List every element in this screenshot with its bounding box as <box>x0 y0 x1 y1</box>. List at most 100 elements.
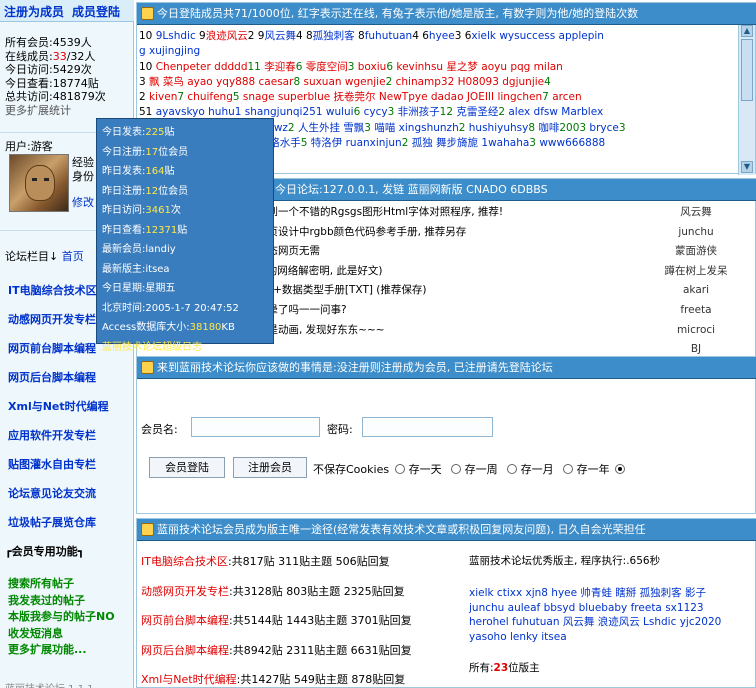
home-link[interactable]: 首页 <box>62 250 84 263</box>
member-name-link[interactable]: 风云舞 <box>264 30 296 42</box>
member-name-link[interactable]: hushiyuhsy <box>469 122 529 134</box>
register-link[interactable]: 注册为成员 <box>4 3 64 20</box>
moderators-list[interactable]: xielk ctixx xjn8 hyee 帅青蛙 瞎掰 孤独刺客 影子 jun… <box>469 586 739 644</box>
sidebar-forum-item[interactable]: 动感网页开发专栏 <box>8 311 109 340</box>
news-item[interactable]: C++数据类型手册[TXT] (推荐保存) <box>257 281 657 301</box>
modify-link[interactable]: 修改 <box>72 194 94 210</box>
news-item[interactable]: 你晕了吗一一问事? <box>257 301 657 321</box>
forum-name-link[interactable]: 网页前台脚本编程 <box>141 614 229 627</box>
member-name-link[interactable]: 1wahaha <box>481 137 529 149</box>
member-name-link[interactable]: bryce <box>589 122 618 134</box>
scroll-thumb[interactable] <box>741 39 753 101</box>
member-name-link[interactable]: NewTpye dadao JOEIII lingchen <box>379 91 542 103</box>
member-name-link[interactable]: ruanxinjun <box>346 137 402 149</box>
member-name-link[interactable]: 9Lshdic <box>156 30 196 42</box>
member-name-link[interactable]: fuhutuan <box>365 30 413 42</box>
news-item[interactable]: IE的网络解密明, 此是好文) <box>257 262 657 282</box>
member-name-link[interactable]: alex dfsw Marblex <box>508 106 603 118</box>
sidebar-forum-item[interactable]: 论坛意见论友交流 <box>8 485 109 514</box>
member-name-link[interactable]: ayao yqy888 caesar <box>187 76 293 88</box>
news-item[interactable]: 这是动画, 发现好东东~~~ <box>257 321 657 341</box>
sidebar-forum-item[interactable]: 贴图灌水自由专栏 <box>8 456 109 485</box>
sidebar-forum-item[interactable]: 应用软件开发专栏 <box>8 427 109 456</box>
cookie-radio-selected[interactable] <box>615 464 626 474</box>
member-name-link[interactable]: 人生外挂 <box>298 122 343 134</box>
popup-value[interactable]: landiy <box>145 244 175 255</box>
member-name-link[interactable]: 孤独 <box>412 137 436 149</box>
news-author[interactable]: akari <box>651 281 741 301</box>
news-author[interactable]: freeta <box>651 301 741 321</box>
news-author[interactable]: junchu <box>651 223 741 243</box>
member-name-link[interactable]: 零度空间 <box>306 61 348 73</box>
participated-posts-link[interactable]: 本版我参与的帖子NO <box>8 609 115 626</box>
member-name-link[interactable]: H08093 <box>458 76 503 88</box>
popup-value[interactable]: itsea <box>145 264 169 275</box>
news-author[interactable]: 风云舞 <box>651 203 741 223</box>
member-name-link[interactable]: 孤独刺客 <box>313 30 355 42</box>
login-button[interactable]: 会员登陆 <box>149 457 225 478</box>
member-name-link[interactable]: 星之梦 <box>446 61 481 73</box>
member-name-link[interactable]: 非洲孩子 <box>398 106 440 118</box>
my-posts-link[interactable]: 我发表过的帖子 <box>8 593 115 610</box>
sidebar-forum-item[interactable]: 网页前台脚本编程 <box>8 340 109 369</box>
member-name-link[interactable]: suxuan wgenjie <box>303 76 385 88</box>
cookie-radio-week[interactable] <box>450 464 461 474</box>
member-name-link[interactable]: xielk wysuccess applepin <box>471 30 604 42</box>
forum-log-link[interactable]: 蓝丽技术论坛超级日志 <box>102 338 273 358</box>
member-name-link[interactable]: arcen <box>552 91 581 103</box>
member-name-link[interactable]: 抚卷莞尔 <box>334 91 379 103</box>
news-item[interactable]: 动态网页无需 <box>257 242 657 262</box>
username-input[interactable] <box>191 417 320 437</box>
password-input[interactable] <box>362 417 493 437</box>
news-item[interactable]: 网页设计中rgbb颜色代码参考手册, 推荐另存 <box>257 223 657 243</box>
member-name-link[interactable]: dgjunjie <box>502 76 544 88</box>
member-name-link[interactable]: 浪迹风云 <box>206 30 248 42</box>
sidebar-forum-item[interactable]: 网页后台脚本编程 <box>8 369 109 398</box>
more-functions-link[interactable]: 更多扩展功能... <box>8 642 115 659</box>
sidebar-forum-item[interactable]: IT电脑综合技术区 <box>8 282 109 311</box>
scroll-down-icon[interactable]: ▼ <box>741 161 753 173</box>
sidebar-forum-item[interactable]: Xml与Net时代编程 <box>8 398 109 427</box>
member-name-link[interactable]: 克雷圣经 <box>456 106 498 118</box>
cookie-radio-month[interactable] <box>506 464 517 474</box>
member-name-link[interactable]: chinamp32 <box>396 76 458 88</box>
messages-link[interactable]: 收发短消息 <box>8 626 115 643</box>
member-name-link[interactable]: www666888 <box>539 137 605 149</box>
cookie-radio-day[interactable] <box>394 464 405 474</box>
forum-name-link[interactable]: IT电脑综合技术区 <box>141 555 228 568</box>
member-name-link[interactable]: snage superblue <box>243 91 334 103</box>
member-name-link[interactable]: aoyu pqg milan <box>481 61 563 73</box>
member-name-link[interactable]: cycy <box>364 106 388 118</box>
member-name-link[interactable]: 喵喵 <box>374 122 398 134</box>
member-name-link[interactable]: kiven <box>149 91 177 103</box>
news-author[interactable]: 蒙面游侠 <box>651 242 741 262</box>
member-login-link[interactable]: 成员登陆 <box>72 3 120 20</box>
member-name-link[interactable]: 飘 菜鸟 <box>149 76 187 88</box>
scrollbar[interactable]: ▲ ▼ <box>738 25 755 175</box>
forum-name-link[interactable]: Xml与Net时代编程 <box>141 673 237 686</box>
forum-name-link[interactable]: 动感网页开发专栏 <box>141 585 229 598</box>
member-name-link[interactable]: 李迎春 <box>264 61 296 73</box>
member-name-link[interactable]: Chenpeter ddddd <box>156 61 248 73</box>
member-name-link[interactable]: 雪飘 <box>343 122 364 134</box>
forum-name-link[interactable]: 网页后台脚本编程 <box>141 644 229 657</box>
member-name-link[interactable]: chuifeng <box>187 91 232 103</box>
more-stats-link[interactable]: 更多扩展统计 <box>5 104 106 118</box>
member-name-link[interactable]: kevinhsu <box>396 61 446 73</box>
member-name-link[interactable]: 咖啡 <box>538 122 559 134</box>
register-button[interactable]: 注册会员 <box>233 457 307 478</box>
search-posts-link[interactable]: 搜索所有帖子 <box>8 576 115 593</box>
member-name-link[interactable]: ayavskyo huhu1 shangjunqi251 wului <box>156 106 354 118</box>
member-name-link[interactable]: 舞步旖旎 <box>436 137 481 149</box>
member-name-link[interactable]: hyee <box>429 30 455 42</box>
member-name-link[interactable]: 特洛伊 <box>311 137 346 149</box>
sidebar-forum-item[interactable]: 垃圾帖子展览仓库 <box>8 514 109 543</box>
member-name-link[interactable]: g xujingjing <box>139 45 200 57</box>
news-author[interactable]: 蹲在树上发呆 <box>651 262 741 282</box>
news-item[interactable]: 找到一个不错的Rgsgs图形Html字体对照程序, 推荐! <box>257 203 657 223</box>
news-author[interactable]: microci <box>651 321 741 341</box>
member-name-link[interactable]: xingshunzh <box>399 122 459 134</box>
scroll-up-icon[interactable]: ▲ <box>741 25 753 37</box>
member-name-link[interactable]: boxiu <box>358 61 387 73</box>
cookie-radio-year[interactable] <box>562 464 573 474</box>
